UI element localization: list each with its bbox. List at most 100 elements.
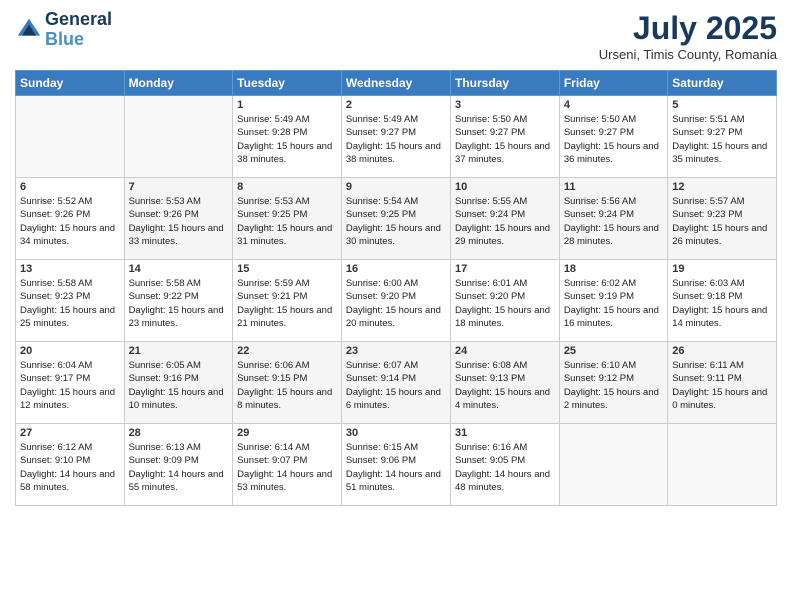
- day-info: Sunrise: 5:51 AM Sunset: 9:27 PM Dayligh…: [672, 113, 772, 166]
- day-number: 8: [237, 181, 337, 193]
- day-number: 19: [672, 263, 772, 275]
- col-wednesday: Wednesday: [341, 71, 450, 96]
- calendar-week-row-5: 27Sunrise: 6:12 AM Sunset: 9:10 PM Dayli…: [16, 424, 777, 506]
- calendar-day: 30 Sunrise: 6:15 AM Sunset: 9:06 PM Dayli…: [341, 424, 450, 506]
- day-info: Sunrise: 6:15 AM Sunset: 9:06 PM Dayligh…: [346, 441, 446, 494]
- day-info: Sunrise: 6:08 AM Sunset: 9:13 PM Dayligh…: [455, 359, 555, 412]
- day-number: 21: [129, 345, 229, 357]
- day-info: Sunrise: 6:16 AM Sunset: 9:05 PM Dayligh…: [455, 441, 555, 494]
- day-number: 28: [129, 427, 229, 439]
- col-saturday: Saturday: [668, 71, 777, 96]
- day-info: Sunrise: 5:49 AM Sunset: 9:28 PM Dayligh…: [237, 113, 337, 166]
- col-monday: Monday: [124, 71, 233, 96]
- calendar-day: 20Sunrise: 6:04 AM Sunset: 9:17 PM Dayli…: [16, 342, 125, 424]
- logo-text: GeneralBlue: [45, 10, 112, 50]
- day-number: 22: [237, 345, 337, 357]
- calendar-day: 25 Sunrise: 6:10 AM Sunset: 9:12 PM Dayli…: [559, 342, 667, 424]
- calendar-day: 8Sunrise: 5:53 AM Sunset: 9:25 PM Daylig…: [233, 178, 342, 260]
- col-thursday: Thursday: [450, 71, 559, 96]
- day-number: 30: [346, 427, 446, 439]
- calendar-week-row-3: 13Sunrise: 5:58 AM Sunset: 9:23 PM Dayli…: [16, 260, 777, 342]
- title-block: July 2025 Urseni, Timis County, Romania: [599, 10, 777, 62]
- calendar-day: 21 Sunrise: 6:05 AM Sunset: 9:16 PM Dayli…: [124, 342, 233, 424]
- calendar-day: [668, 424, 777, 506]
- day-info: Sunrise: 6:10 AM Sunset: 9:12 PM Dayligh…: [564, 359, 663, 412]
- day-number: 2: [346, 99, 446, 111]
- calendar-day: 22 Sunrise: 6:06 AM Sunset: 9:15 PM Dayli…: [233, 342, 342, 424]
- day-number: 10: [455, 181, 555, 193]
- day-number: 17: [455, 263, 555, 275]
- day-number: 11: [564, 181, 663, 193]
- day-number: 29: [237, 427, 337, 439]
- calendar-day: 11 Sunrise: 5:56 AM Sunset: 9:24 PM Dayli…: [559, 178, 667, 260]
- calendar-day: 26 Sunrise: 6:11 AM Sunset: 9:11 PM Dayli…: [668, 342, 777, 424]
- day-number: 24: [455, 345, 555, 357]
- day-info: Sunrise: 5:57 AM Sunset: 9:23 PM Dayligh…: [672, 195, 772, 248]
- day-number: 3: [455, 99, 555, 111]
- day-number: 26: [672, 345, 772, 357]
- logo-icon: [15, 16, 43, 44]
- day-number: 14: [129, 263, 229, 275]
- day-info: Sunrise: 5:52 AM Sunset: 9:26 PM Dayligh…: [20, 195, 120, 248]
- day-number: 31: [455, 427, 555, 439]
- day-number: 25: [564, 345, 663, 357]
- calendar-day: 18Sunrise: 6:02 AM Sunset: 9:19 PM Dayli…: [559, 260, 667, 342]
- calendar-day: 15 Sunrise: 5:59 AM Sunset: 9:21 PM Dayli…: [233, 260, 342, 342]
- day-number: 13: [20, 263, 120, 275]
- calendar-day: 19 Sunrise: 6:03 AM Sunset: 9:18 PM Dayli…: [668, 260, 777, 342]
- calendar-day: 1Sunrise: 5:49 AM Sunset: 9:28 PM Daylig…: [233, 96, 342, 178]
- col-sunday: Sunday: [16, 71, 125, 96]
- calendar-day: 13Sunrise: 5:58 AM Sunset: 9:23 PM Dayli…: [16, 260, 125, 342]
- day-info: Sunrise: 6:03 AM Sunset: 9:18 PM Dayligh…: [672, 277, 772, 330]
- calendar-day: 5 Sunrise: 5:51 AM Sunset: 9:27 PM Daylig…: [668, 96, 777, 178]
- day-info: Sunrise: 6:07 AM Sunset: 9:14 PM Dayligh…: [346, 359, 446, 412]
- day-info: Sunrise: 5:50 AM Sunset: 9:27 PM Dayligh…: [564, 113, 663, 166]
- calendar-day: 9Sunrise: 5:54 AM Sunset: 9:25 PM Daylig…: [341, 178, 450, 260]
- calendar-day: 24 Sunrise: 6:08 AM Sunset: 9:13 PM Dayli…: [450, 342, 559, 424]
- calendar-week-row-4: 20Sunrise: 6:04 AM Sunset: 9:17 PM Dayli…: [16, 342, 777, 424]
- day-info: Sunrise: 5:56 AM Sunset: 9:24 PM Dayligh…: [564, 195, 663, 248]
- day-number: 5: [672, 99, 772, 111]
- day-info: Sunrise: 6:00 AM Sunset: 9:20 PM Dayligh…: [346, 277, 446, 330]
- day-info: Sunrise: 6:06 AM Sunset: 9:15 PM Dayligh…: [237, 359, 337, 412]
- day-info: Sunrise: 5:59 AM Sunset: 9:21 PM Dayligh…: [237, 277, 337, 330]
- day-info: Sunrise: 6:11 AM Sunset: 9:11 PM Dayligh…: [672, 359, 772, 412]
- day-number: 15: [237, 263, 337, 275]
- header: GeneralBlue July 2025 Urseni, Timis Coun…: [15, 10, 777, 62]
- day-info: Sunrise: 6:05 AM Sunset: 9:16 PM Dayligh…: [129, 359, 229, 412]
- calendar-day: 14 Sunrise: 5:58 AM Sunset: 9:22 PM Dayli…: [124, 260, 233, 342]
- calendar-day: [16, 96, 125, 178]
- day-info: Sunrise: 6:12 AM Sunset: 9:10 PM Dayligh…: [20, 441, 120, 494]
- calendar-week-row-1: 1Sunrise: 5:49 AM Sunset: 9:28 PM Daylig…: [16, 96, 777, 178]
- day-number: 4: [564, 99, 663, 111]
- calendar-day: 16Sunrise: 6:00 AM Sunset: 9:20 PM Dayli…: [341, 260, 450, 342]
- calendar-day: [124, 96, 233, 178]
- calendar-day: 27Sunrise: 6:12 AM Sunset: 9:10 PM Dayli…: [16, 424, 125, 506]
- day-info: Sunrise: 5:55 AM Sunset: 9:24 PM Dayligh…: [455, 195, 555, 248]
- day-info: Sunrise: 5:58 AM Sunset: 9:22 PM Dayligh…: [129, 277, 229, 330]
- day-number: 6: [20, 181, 120, 193]
- page: GeneralBlue July 2025 Urseni, Timis Coun…: [0, 0, 792, 612]
- logo: GeneralBlue: [15, 10, 112, 50]
- day-info: Sunrise: 6:14 AM Sunset: 9:07 PM Dayligh…: [237, 441, 337, 494]
- month-title: July 2025: [599, 10, 777, 47]
- day-info: Sunrise: 6:13 AM Sunset: 9:09 PM Dayligh…: [129, 441, 229, 494]
- calendar-day: 12 Sunrise: 5:57 AM Sunset: 9:23 PM Dayli…: [668, 178, 777, 260]
- day-number: 12: [672, 181, 772, 193]
- calendar-day: 6 Sunrise: 5:52 AM Sunset: 9:26 PM Daylig…: [16, 178, 125, 260]
- calendar-day: 2 Sunrise: 5:49 AM Sunset: 9:27 PM Daylig…: [341, 96, 450, 178]
- calendar-day: 7Sunrise: 5:53 AM Sunset: 9:26 PM Daylig…: [124, 178, 233, 260]
- calendar-day: 28 Sunrise: 6:13 AM Sunset: 9:09 PM Dayli…: [124, 424, 233, 506]
- day-info: Sunrise: 5:49 AM Sunset: 9:27 PM Dayligh…: [346, 113, 446, 166]
- day-number: 20: [20, 345, 120, 357]
- day-info: Sunrise: 6:01 AM Sunset: 9:20 PM Dayligh…: [455, 277, 555, 330]
- calendar-day: 31 Sunrise: 6:16 AM Sunset: 9:05 PM Dayli…: [450, 424, 559, 506]
- day-number: 23: [346, 345, 446, 357]
- calendar-day: 29 Sunrise: 6:14 AM Sunset: 9:07 PM Dayli…: [233, 424, 342, 506]
- day-number: 7: [129, 181, 229, 193]
- calendar-day: 3Sunrise: 5:50 AM Sunset: 9:27 PM Daylig…: [450, 96, 559, 178]
- day-number: 18: [564, 263, 663, 275]
- logo-blue: Blue: [45, 29, 84, 49]
- col-tuesday: Tuesday: [233, 71, 342, 96]
- calendar-day: 17 Sunrise: 6:01 AM Sunset: 9:20 PM Dayli…: [450, 260, 559, 342]
